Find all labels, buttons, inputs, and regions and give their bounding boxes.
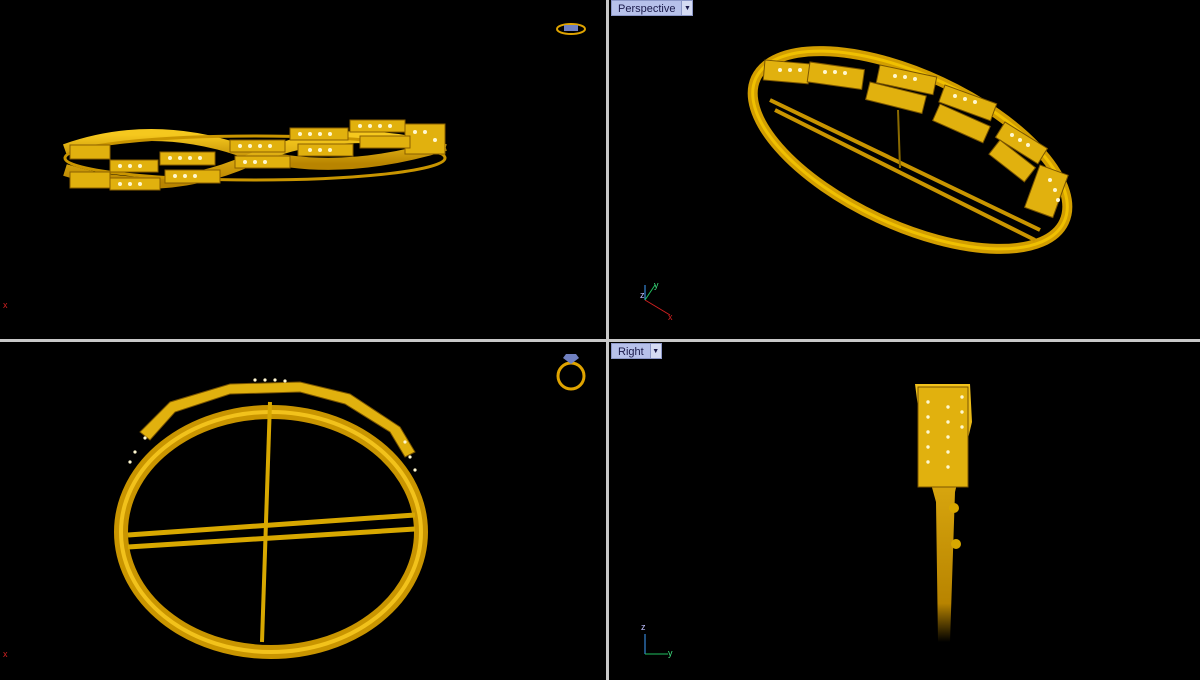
axis-x-label: x [668,312,673,322]
axis-x-indicator: x [3,649,8,659]
axis-z-label: z [641,622,646,632]
axis-z-label: z [640,290,645,300]
right-view-model [644,384,972,655]
front-view-model [63,23,586,191]
viewport-perspective[interactable]: Perspective ▼ z y x [610,0,1200,339]
viewport-front[interactable]: x [0,0,606,339]
ring-thumbnail-icon [556,354,586,391]
top-view-model [114,354,586,659]
viewport-top[interactable]: x [0,342,606,680]
axis-y-label: y [668,648,673,658]
axis-x-indicator: x [3,300,8,310]
axis-y-label: y [654,280,659,290]
viewport-divider-horizontal[interactable] [0,339,1200,342]
perspective-view-model [644,46,1073,316]
ring-thumbnail-icon [556,23,586,35]
viewport-right[interactable]: Right ▼ z y [610,342,1200,680]
